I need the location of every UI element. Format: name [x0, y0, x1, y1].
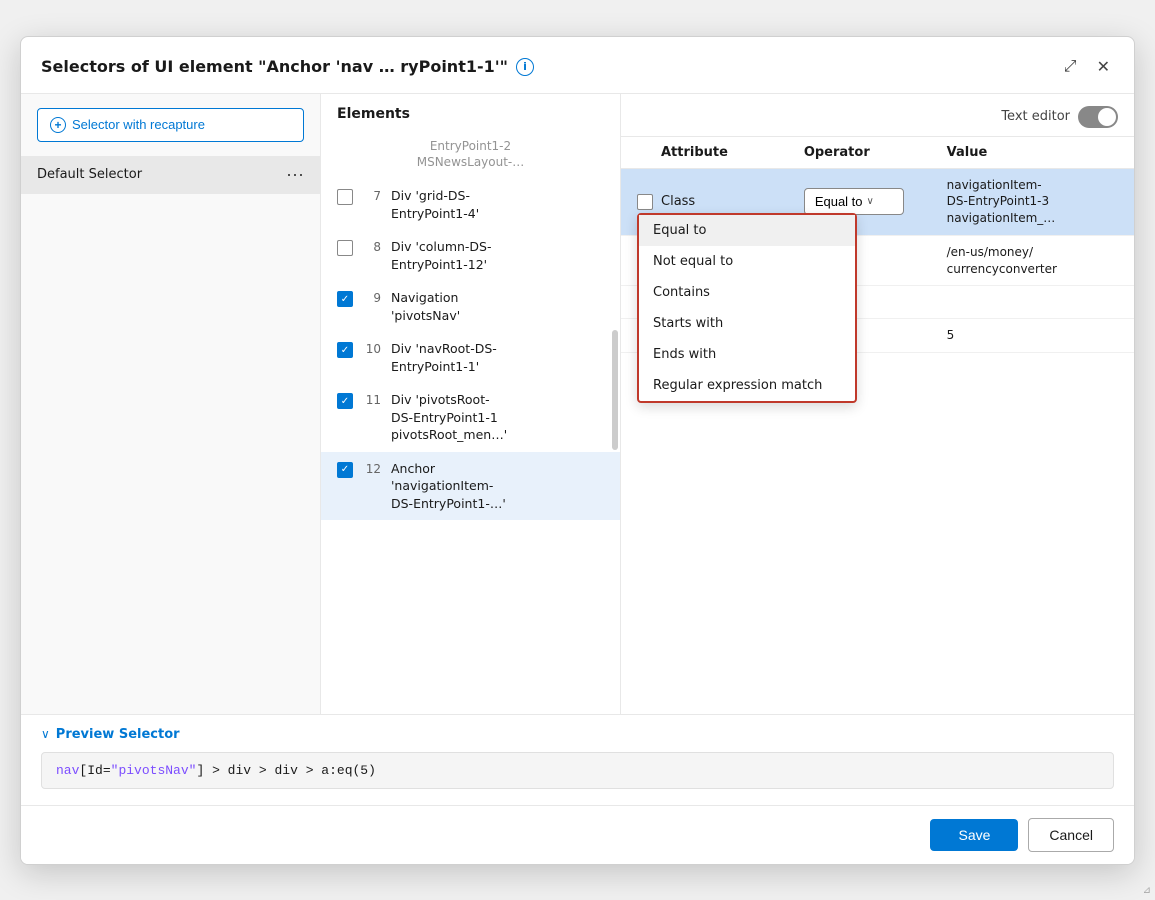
preview-equals: =: [103, 763, 111, 778]
dialog-title-text: Selectors of UI element "Anchor 'nav … r…: [41, 57, 508, 76]
operator-dropdown-button[interactable]: Equal to ∨: [804, 188, 904, 215]
kebab-menu-button[interactable]: ⋯: [286, 166, 304, 184]
default-selector-item[interactable]: Default Selector ⋯: [21, 156, 320, 194]
plus-icon: +: [50, 117, 66, 133]
attribute-name: Class: [661, 194, 804, 209]
expand-button[interactable]: ⤢: [1060, 54, 1081, 80]
scroll-handle[interactable]: [612, 330, 618, 450]
row-checkbox[interactable]: [637, 194, 653, 210]
close-button[interactable]: ✕: [1093, 53, 1114, 81]
dialog-title: Selectors of UI element "Anchor 'nav … r…: [41, 57, 534, 76]
list-item[interactable]: 11 Div 'pivotsRoot-DS-EntryPoint1-1pivot…: [321, 383, 620, 452]
attribute-column-headers: Attribute Operator Value: [621, 137, 1134, 169]
preview-id-attr: Id: [87, 763, 103, 778]
add-selector-label: Selector with recapture: [72, 117, 205, 132]
list-item[interactable]: EntryPoint1-2MSNewsLayout-…: [321, 130, 620, 180]
element-checkbox[interactable]: [337, 342, 353, 358]
preview-rest: > div > div > a:eq(5): [204, 763, 376, 778]
element-checkbox[interactable]: [337, 462, 353, 478]
operator-value: Equal to: [815, 194, 863, 209]
attribute-value: /en-us/money/currencyconverter: [947, 244, 1118, 278]
dropdown-option-ends-with[interactable]: Ends with: [639, 339, 855, 370]
preview-label: Preview Selector: [56, 727, 180, 742]
attribute-value: 5: [947, 327, 1118, 344]
header-actions: ⤢ ✕: [1060, 53, 1114, 81]
dropdown-arrow-icon: ∨: [867, 196, 874, 207]
dropdown-option-regex[interactable]: Regular expression match: [639, 370, 855, 401]
attribute-value: navigationItem-DS-EntryPoint1-3navigatio…: [947, 177, 1118, 227]
preview-nav: nav: [56, 763, 79, 778]
center-panel: Elements EntryPoint1-2MSNewsLayout-… 7 D…: [321, 94, 621, 714]
operator-dropdown-menu: Equal to Not equal to Contains Starts wi…: [637, 213, 857, 403]
list-item[interactable]: 7 Div 'grid-DS-EntryPoint1-4': [321, 179, 620, 230]
elements-list: EntryPoint1-2MSNewsLayout-… 7 Div 'grid-…: [321, 130, 620, 714]
value-col-header: Value: [947, 145, 1118, 160]
operator-col-header: Operator: [804, 145, 947, 160]
text-editor-switch[interactable]: [1078, 106, 1118, 128]
elements-header: Elements: [321, 94, 620, 130]
right-panel: Text editor Attribute Operator Value Cla…: [621, 94, 1134, 714]
add-selector-button[interactable]: + Selector with recapture: [37, 108, 304, 142]
attribute-row: Class Equal to ∨ navigationItem-DS-Entry…: [621, 169, 1134, 236]
info-icon[interactable]: i: [516, 58, 534, 76]
element-checkbox[interactable]: [337, 240, 353, 256]
dropdown-option-starts-with[interactable]: Starts with: [639, 308, 855, 339]
preview-section: ∨ Preview Selector nav[Id="pivotsNav"] >…: [21, 714, 1134, 805]
list-item[interactable]: 10 Div 'navRoot-DS-EntryPoint1-1': [321, 332, 620, 383]
dialog-header: Selectors of UI element "Anchor 'nav … r…: [21, 37, 1134, 94]
dialog-body: + Selector with recapture Default Select…: [21, 94, 1134, 714]
list-item[interactable]: 9 Navigation'pivotsNav': [321, 281, 620, 332]
list-item[interactable]: 8 Div 'column-DS-EntryPoint1-12': [321, 230, 620, 281]
dialog-footer: Save Cancel ⊿: [21, 805, 1134, 864]
operator-dropdown: Equal to ∨: [804, 188, 947, 215]
selector-item-label: Default Selector: [37, 167, 142, 182]
element-checkbox[interactable]: [337, 393, 353, 409]
right-panel-header: Text editor: [621, 94, 1134, 137]
list-item[interactable]: 12 Anchor'navigationItem-DS-EntryPoint1-…: [321, 452, 620, 521]
dropdown-option-equal-to[interactable]: Equal to: [639, 215, 855, 246]
text-editor-toggle: Text editor: [1001, 106, 1118, 128]
attribute-col-header: Attribute: [637, 145, 804, 160]
preview-header[interactable]: ∨ Preview Selector: [41, 727, 1114, 742]
cancel-button[interactable]: Cancel: [1028, 818, 1114, 852]
preview-code-box: nav[Id="pivotsNav"] > div > div > a:eq(5…: [41, 752, 1114, 789]
preview-value: "pivotsNav": [111, 763, 197, 778]
dropdown-option-contains[interactable]: Contains: [639, 277, 855, 308]
text-editor-label: Text editor: [1001, 109, 1070, 124]
left-panel: + Selector with recapture Default Select…: [21, 94, 321, 714]
element-checkbox[interactable]: [337, 291, 353, 307]
element-checkbox[interactable]: [337, 189, 353, 205]
dropdown-option-not-equal-to[interactable]: Not equal to: [639, 246, 855, 277]
selector-dialog: Selectors of UI element "Anchor 'nav … r…: [20, 36, 1135, 865]
save-button[interactable]: Save: [930, 819, 1018, 851]
preview-chevron-icon: ∨: [41, 727, 50, 741]
